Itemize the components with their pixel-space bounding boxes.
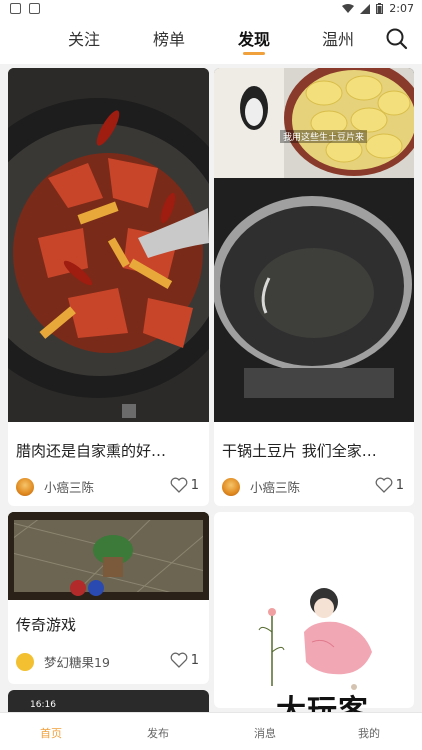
app-notification-icon xyxy=(10,3,21,14)
card-image xyxy=(8,68,209,422)
feed-card[interactable]: 传奇游戏 梦幻糖果19 1 xyxy=(8,512,209,684)
tab-home[interactable]: 首页 xyxy=(40,725,62,741)
feed-grid: 腊肉还是自家熏的好… 小癌三陈 1 我用这些生土豆片来 干锅土豆片 我们全家… … xyxy=(0,64,422,712)
bottom-tab-bar: 首页 发布 消息 我的 xyxy=(0,712,422,750)
author-name: 小癌三陈 xyxy=(44,480,95,495)
wifi-icon xyxy=(342,3,355,13)
notification-icons xyxy=(10,3,40,17)
author-name: 小癌三陈 xyxy=(250,480,301,495)
heart-icon xyxy=(375,477,393,493)
search-icon[interactable] xyxy=(384,26,410,52)
active-tab-indicator xyxy=(243,52,265,55)
top-nav: 关注 榜单 发现 温州 xyxy=(0,18,422,64)
card-image-art xyxy=(8,68,209,422)
avatar xyxy=(222,477,240,496)
tab-city[interactable]: 温州 xyxy=(322,26,354,50)
status-bar: 2:07 xyxy=(0,0,422,18)
heart-icon xyxy=(170,652,188,668)
tab-messages[interactable]: 消息 xyxy=(254,725,276,741)
tab-follow[interactable]: 关注 xyxy=(68,26,100,50)
like-button[interactable]: 1 xyxy=(170,652,199,668)
image-caption: 我用这些生土豆片来 xyxy=(280,130,368,143)
tab-publish[interactable]: 发布 xyxy=(147,725,169,741)
feed-card-partial[interactable]: 16:16 xyxy=(8,690,209,712)
like-button[interactable]: 1 xyxy=(375,477,404,493)
avatar xyxy=(16,652,34,671)
illustration-image xyxy=(258,588,372,690)
card-author[interactable]: 小癌三陈 xyxy=(222,477,300,496)
card-title: 干锅土豆片 我们全家… xyxy=(222,442,377,460)
feed-card[interactable]: 我用这些生土豆片来 干锅土豆片 我们全家… 小癌三陈 1 xyxy=(214,68,414,506)
partial-card-time: 16:16 xyxy=(30,700,56,710)
tab-ranking[interactable]: 榜单 xyxy=(153,26,185,50)
app-notification-icon xyxy=(28,3,40,14)
author-name: 梦幻糖果19 xyxy=(44,655,110,670)
feed-card[interactable]: 腊肉还是自家熏的好… 小癌三陈 1 xyxy=(8,68,209,506)
feed-card-illustration[interactable] xyxy=(214,512,414,708)
battery-icon xyxy=(376,3,384,14)
like-button[interactable]: 1 xyxy=(170,477,199,493)
card-image: 我用这些生土豆片来 xyxy=(214,68,414,422)
like-count: 1 xyxy=(190,652,199,668)
heart-icon xyxy=(170,477,188,493)
tab-discover[interactable]: 发现 xyxy=(238,26,270,50)
card-title: 腊肉还是自家熏的好… xyxy=(16,442,167,460)
card-image-art xyxy=(8,512,209,600)
card-image xyxy=(8,512,209,600)
signal-icon xyxy=(360,3,371,14)
card-author[interactable]: 小癌三陈 xyxy=(16,477,94,496)
discover-page: 2:07 关注 榜单 发现 温州 腊肉还是自家熏的好… 小癌三陈 1 我用这些生… xyxy=(0,0,422,750)
like-count: 1 xyxy=(395,477,404,493)
card-image-art xyxy=(214,68,414,422)
status-time: 2:07 xyxy=(389,2,414,15)
like-count: 1 xyxy=(190,477,199,493)
card-title: 传奇游戏 xyxy=(16,616,77,634)
avatar xyxy=(16,477,34,496)
card-author[interactable]: 梦幻糖果19 xyxy=(16,652,110,671)
tab-profile[interactable]: 我的 xyxy=(358,725,380,741)
